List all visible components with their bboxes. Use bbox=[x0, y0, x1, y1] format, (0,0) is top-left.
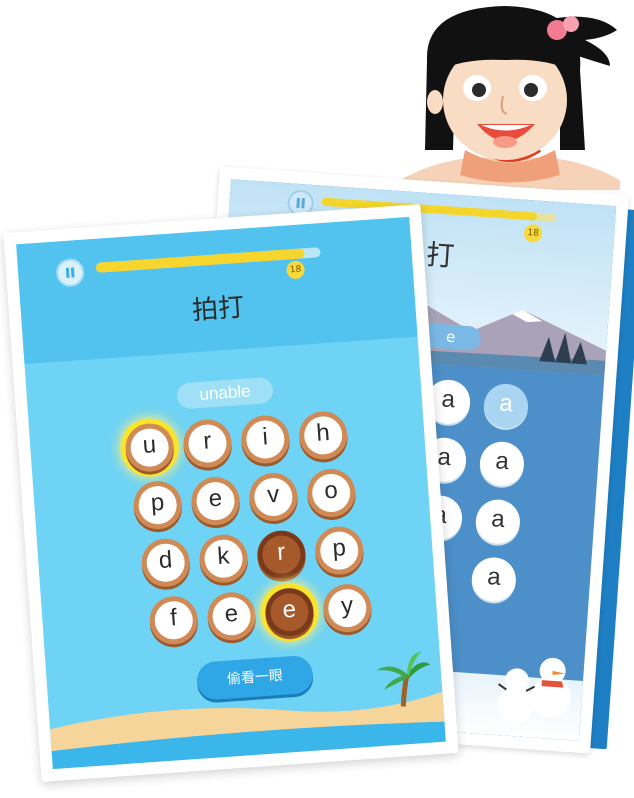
letter-tile-label: u bbox=[129, 427, 170, 468]
palm-tree-icon bbox=[376, 651, 431, 707]
girl-mascot-illustration bbox=[400, 6, 620, 190]
snow-tile-selected[interactable]: a bbox=[482, 382, 530, 430]
back-page-title: 打 bbox=[425, 238, 456, 273]
letter-tile[interactable]: e bbox=[189, 475, 242, 527]
letter-tile-label: r bbox=[187, 423, 228, 464]
app-preview: 18 打 e a a a a a a a bbox=[0, 0, 634, 798]
letter-tile-label: k bbox=[203, 538, 244, 579]
letter-grid: u r i h p e v o d k r p f e e y bbox=[124, 409, 380, 665]
letter-tile[interactable]: k bbox=[197, 533, 250, 585]
beach-game-screen: 18 拍打 unable u r i h p e v o d k r p f e… bbox=[16, 216, 446, 770]
letter-tile[interactable]: v bbox=[247, 471, 300, 523]
letter-tile[interactable]: u bbox=[124, 421, 176, 474]
letter-tile[interactable]: h bbox=[297, 409, 349, 462]
letter-tile[interactable]: d bbox=[140, 537, 192, 589]
letter-tile-label: v bbox=[253, 476, 294, 518]
letter-tile-label: f bbox=[153, 600, 195, 641]
letter-tile[interactable]: p bbox=[313, 524, 365, 577]
letter-tile-label: o bbox=[310, 472, 352, 514]
letter-tile-label: i bbox=[245, 419, 286, 460]
letter-tile-label: e bbox=[269, 591, 310, 633]
letter-tile[interactable]: r bbox=[181, 417, 234, 470]
letter-tile-label: h bbox=[302, 415, 344, 456]
letter-tile[interactable]: o bbox=[305, 467, 357, 519]
letter-tile-label: p bbox=[137, 484, 178, 526]
letter-tile-label: p bbox=[319, 530, 360, 571]
letter-tile-selected[interactable]: r bbox=[255, 529, 308, 581]
snow-tile[interactable]: a bbox=[470, 556, 518, 603]
letter-tile-label: r bbox=[261, 534, 302, 575]
snow-tile[interactable]: a bbox=[474, 498, 522, 546]
letter-tile[interactable]: p bbox=[132, 479, 184, 531]
snow-tile[interactable]: a bbox=[478, 440, 526, 488]
beach-game-card: 18 拍打 unable u r i h p e v o d k r p f e… bbox=[3, 204, 459, 782]
letter-tile[interactable]: f bbox=[148, 594, 200, 646]
letter-tile[interactable]: i bbox=[239, 413, 291, 466]
snowman-illustration bbox=[497, 657, 571, 724]
letter-tile-label: y bbox=[327, 587, 368, 629]
letter-tile[interactable]: e bbox=[205, 590, 258, 642]
letter-tile-selected[interactable]: e bbox=[263, 586, 316, 638]
target-word-chip: unable bbox=[176, 376, 274, 410]
letter-tile-label: d bbox=[145, 542, 186, 584]
letter-tile-label: e bbox=[211, 595, 252, 637]
letter-tile[interactable]: y bbox=[321, 582, 373, 634]
letter-tile-label: e bbox=[195, 480, 236, 522]
